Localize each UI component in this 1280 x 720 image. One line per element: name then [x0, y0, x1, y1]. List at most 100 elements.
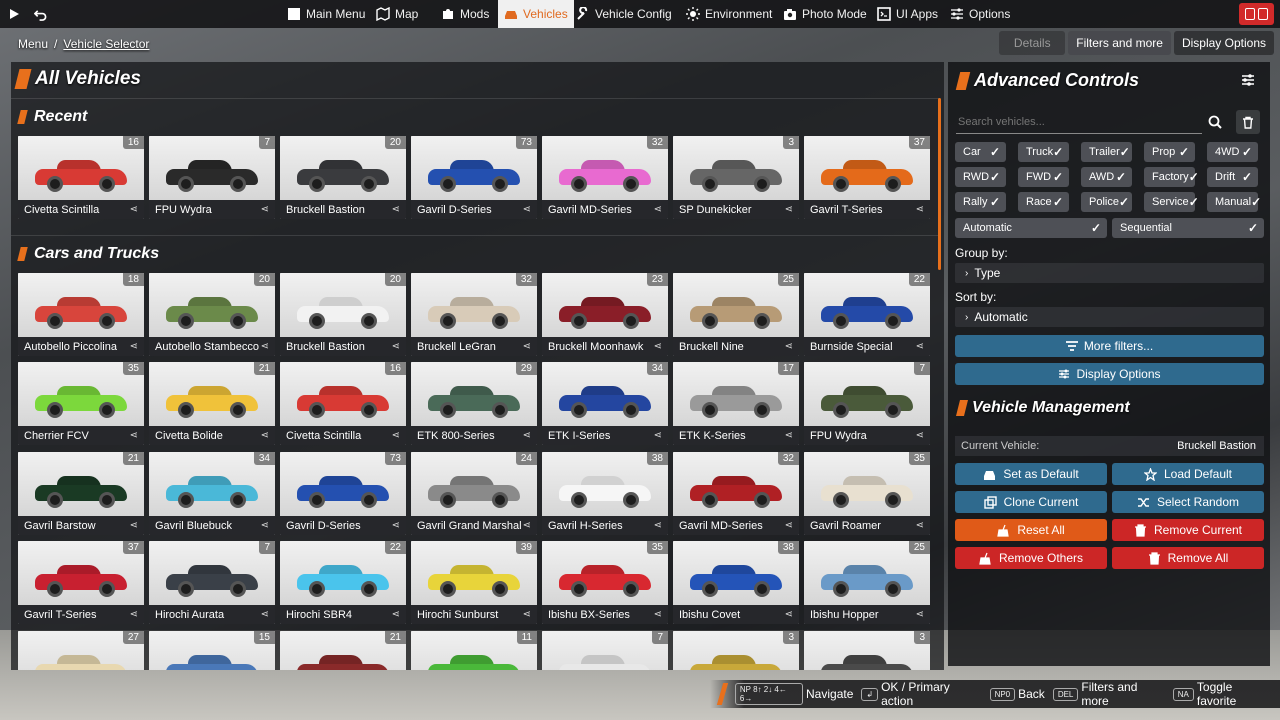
filter-chip-police[interactable]: Police ✓ — [1081, 192, 1132, 212]
breadcrumb-current[interactable]: Vehicle Selector — [63, 37, 149, 51]
vehicle-tile[interactable]: 73 Gavril D-Series ⋖ — [280, 452, 406, 535]
undo-icon[interactable] — [28, 2, 52, 26]
share-icon[interactable]: ⋖ — [523, 430, 531, 441]
share-icon[interactable]: ⋖ — [392, 609, 400, 620]
filter-chip-rally[interactable]: Rally ✓ — [955, 192, 1006, 212]
vehicle-tile[interactable]: 29 ETK 800-Series ⋖ — [411, 362, 537, 445]
remove-current-button[interactable]: Remove Current — [1112, 519, 1264, 541]
filter-chip-sequential[interactable]: Sequential ✓ — [1112, 218, 1264, 238]
vehicle-tile[interactable]: 27⋖ — [18, 631, 144, 670]
filter-chip-car[interactable]: Car ✓ — [955, 142, 1006, 162]
nav-map[interactable]: Map — [370, 0, 424, 28]
share-icon[interactable]: ⋖ — [654, 430, 662, 441]
share-icon[interactable]: ⋖ — [261, 609, 269, 620]
share-icon[interactable]: ⋖ — [785, 341, 793, 352]
tab-details[interactable]: Details — [999, 31, 1066, 55]
vehicle-tile[interactable]: 22 Burnside Special ⋖ — [804, 273, 930, 356]
vehicle-tile[interactable]: 3⋖ — [673, 631, 799, 670]
nav-options[interactable]: Options — [944, 0, 1016, 28]
remove-others-button[interactable]: Remove Others — [955, 547, 1107, 569]
load-default-button[interactable]: Load Default — [1112, 463, 1264, 485]
vehicle-tile[interactable]: 25 Ibishu Hopper ⋖ — [804, 541, 930, 624]
nav-vehicles[interactable]: Vehicles — [498, 0, 574, 28]
share-icon[interactable]: ⋖ — [785, 520, 793, 531]
vehicle-tile[interactable]: 17 ETK K-Series ⋖ — [673, 362, 799, 445]
share-icon[interactable]: ⋖ — [654, 204, 662, 215]
filter-chip-automatic[interactable]: Automatic ✓ — [955, 218, 1107, 238]
vehicle-tile[interactable]: 7 FPU Wydra ⋖ — [804, 362, 930, 445]
nav-environment[interactable]: Environment — [680, 0, 778, 28]
share-icon[interactable]: ⋖ — [392, 204, 400, 215]
vehicle-tile[interactable]: 37 Gavril T-Series ⋖ — [18, 541, 144, 624]
vehicle-tile[interactable]: 7 FPU Wydra ⋖ — [149, 136, 275, 219]
share-icon[interactable]: ⋖ — [261, 430, 269, 441]
vehicle-tile[interactable]: 35 Cherrier FCV ⋖ — [18, 362, 144, 445]
vehicle-tile[interactable]: 21 Civetta Bolide ⋖ — [149, 362, 275, 445]
share-icon[interactable]: ⋖ — [523, 204, 531, 215]
vehicle-tile[interactable]: 23 Bruckell Moonhawk ⋖ — [542, 273, 668, 356]
share-icon[interactable]: ⋖ — [392, 341, 400, 352]
share-icon[interactable]: ⋖ — [916, 609, 924, 620]
vehicle-tile[interactable]: 35 Ibishu BX-Series ⋖ — [542, 541, 668, 624]
share-icon[interactable]: ⋖ — [261, 204, 269, 215]
share-icon[interactable]: ⋖ — [130, 520, 138, 531]
nav-mods[interactable]: Mods — [435, 0, 495, 28]
filter-chip-prop[interactable]: Prop ✓ — [1144, 142, 1195, 162]
filter-chip-race[interactable]: Race ✓ — [1018, 192, 1069, 212]
vehicle-tile[interactable]: 34 ETK I-Series ⋖ — [542, 362, 668, 445]
filter-chip-trailer[interactable]: Trailer ✓ — [1081, 142, 1132, 162]
vehicle-tile[interactable]: 15⋖ — [149, 631, 275, 670]
share-icon[interactable]: ⋖ — [785, 609, 793, 620]
group-by-dropdown[interactable]: › Type — [955, 263, 1264, 283]
more-filters-button[interactable]: More filters... — [955, 335, 1264, 357]
vehicle-tile[interactable]: 3⋖ — [804, 631, 930, 670]
filter-chip-rwd[interactable]: RWD ✓ — [955, 167, 1006, 187]
vehicle-tile[interactable]: 16 Civetta Scintilla ⋖ — [280, 362, 406, 445]
vehicle-search-input[interactable] — [956, 110, 1202, 134]
nav-main-menu[interactable]: Main Menu — [281, 0, 371, 28]
nav-vehicle-config[interactable]: Vehicle Config — [570, 0, 678, 28]
filter-chip-truck[interactable]: Truck ✓ — [1018, 142, 1069, 162]
breadcrumb-root[interactable]: Menu — [18, 37, 48, 51]
share-icon[interactable]: ⋖ — [130, 341, 138, 352]
sort-by-dropdown[interactable]: › Automatic — [955, 307, 1264, 327]
share-icon[interactable]: ⋖ — [916, 204, 924, 215]
vehicle-tile[interactable]: 20 Bruckell Bastion ⋖ — [280, 136, 406, 219]
vehicle-list-scrollbar[interactable] — [938, 98, 941, 270]
tab-filters-and-more[interactable]: Filters and more — [1068, 31, 1171, 55]
filter-chip-service[interactable]: Service ✓ — [1144, 192, 1199, 212]
vehicle-tile[interactable]: 35 Gavril Roamer ⋖ — [804, 452, 930, 535]
vehicle-tile[interactable]: 38 Gavril H-Series ⋖ — [542, 452, 668, 535]
vehicle-tile[interactable]: 32 Gavril MD-Series ⋖ — [673, 452, 799, 535]
vehicle-tile[interactable]: 32 Bruckell LeGran ⋖ — [411, 273, 537, 356]
nav-ui-apps[interactable]: UI Apps — [871, 0, 944, 28]
vehicle-tile[interactable]: 21 Gavril Barstow ⋖ — [18, 452, 144, 535]
share-icon[interactable]: ⋖ — [261, 341, 269, 352]
share-icon[interactable]: ⋖ — [392, 520, 400, 531]
play-icon[interactable] — [2, 2, 26, 26]
share-icon[interactable]: ⋖ — [392, 430, 400, 441]
filter-chip-fwd[interactable]: FWD ✓ — [1018, 167, 1069, 187]
trash-icon[interactable] — [1236, 110, 1260, 134]
vehicle-tile[interactable]: 24 Gavril Grand Marshal ⋖ — [411, 452, 537, 535]
display-options-button[interactable]: Display Options — [955, 363, 1264, 385]
filter-chip-4wd[interactable]: 4WD ✓ — [1207, 142, 1258, 162]
vehicle-tile[interactable]: 7⋖ — [542, 631, 668, 670]
vehicle-tile[interactable]: 18 Autobello Piccolina ⋖ — [18, 273, 144, 356]
reset-all-button[interactable]: Reset All — [955, 519, 1107, 541]
vehicle-tile[interactable]: 22 Hirochi SBR4 ⋖ — [280, 541, 406, 624]
remove-all-button[interactable]: Remove All — [1112, 547, 1264, 569]
window-mode-button[interactable] — [1239, 3, 1274, 25]
share-icon[interactable]: ⋖ — [916, 520, 924, 531]
vehicle-tile[interactable]: 73 Gavril D-Series ⋖ — [411, 136, 537, 219]
share-icon[interactable]: ⋖ — [654, 520, 662, 531]
vehicle-tile[interactable]: 20 Autobello Stambecco ⋖ — [149, 273, 275, 356]
vehicle-tile[interactable]: 32 Gavril MD-Series ⋖ — [542, 136, 668, 219]
filter-chip-manual[interactable]: Manual ✓ — [1207, 192, 1261, 212]
share-icon[interactable]: ⋖ — [130, 430, 138, 441]
vehicle-tile[interactable]: 21⋖ — [280, 631, 406, 670]
share-icon[interactable]: ⋖ — [654, 341, 662, 352]
filter-chip-drift[interactable]: Drift ✓ — [1207, 167, 1258, 187]
share-icon[interactable]: ⋖ — [130, 204, 138, 215]
share-icon[interactable]: ⋖ — [261, 520, 269, 531]
